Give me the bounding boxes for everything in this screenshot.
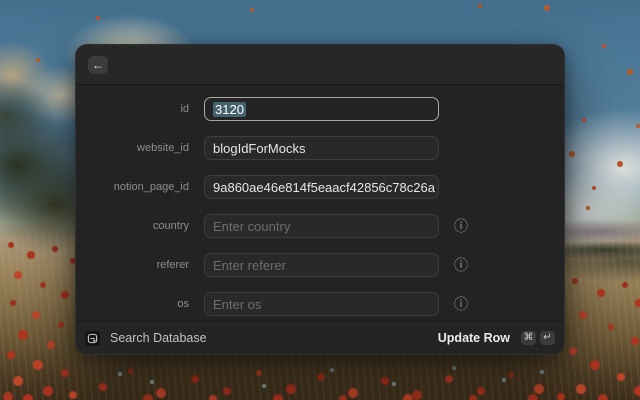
id-input[interactable]: 3120 [204, 97, 439, 121]
return-key-icon: ↵ [540, 331, 555, 345]
update-row-form: id 3120 website_id blogIdForMocks notion… [76, 85, 564, 316]
notion-page-id-input-value: 9a860ae46e814f5eaacf42856c78c26a [213, 179, 435, 195]
field-label-notion-page-id: notion_page_id [113, 181, 189, 193]
id-input-value: 3120 [213, 101, 246, 117]
form-row-notion-page-id: notion_page_id 9a860ae46e814f5eaacf42856… [76, 175, 564, 199]
form-row-id: id 3120 [76, 97, 564, 121]
field-label-id: id [180, 103, 189, 115]
dialog-footer: Search Database Update Row ⌘ ↵ [76, 321, 564, 354]
form-row-country: country Enter country ⓘ [76, 214, 564, 238]
dialog-header: ← [76, 45, 564, 85]
info-icon[interactable]: ⓘ [454, 258, 468, 272]
extension-name: Search Database [110, 331, 207, 345]
form-row-os: os Enter os ⓘ [76, 292, 564, 316]
back-button[interactable]: ← [88, 55, 108, 74]
field-label-website-id: website_id [137, 142, 189, 154]
website-id-input[interactable]: blogIdForMocks [204, 136, 439, 160]
info-icon[interactable]: ⓘ [454, 297, 468, 311]
form-row-website-id: website_id blogIdForMocks [76, 136, 564, 160]
update-row-dialog: ← id 3120 website_id blogIdForMocks noti… [75, 44, 565, 355]
background-floating-petals [0, 0, 4, 4]
notion-page-id-input[interactable]: 9a860ae46e814f5eaacf42856c78c26a [204, 175, 439, 199]
referer-input[interactable]: Enter referer [204, 253, 439, 277]
field-label-referer: referer [156, 259, 189, 271]
referer-input-placeholder: Enter referer [213, 257, 286, 273]
update-row-label: Update Row [437, 331, 510, 345]
website-id-input-value: blogIdForMocks [213, 140, 306, 156]
command-key-icon: ⌘ [521, 331, 536, 345]
os-input-placeholder: Enter os [213, 296, 262, 312]
os-input[interactable]: Enter os [204, 292, 439, 316]
back-arrow-icon: ← [92, 57, 104, 72]
info-icon[interactable]: ⓘ [454, 219, 468, 233]
form-row-referer: referer Enter referer ⓘ [76, 253, 564, 277]
update-row-button[interactable]: Update Row ⌘ ↵ [438, 331, 555, 345]
country-input-placeholder: Enter country [213, 218, 291, 234]
field-label-os: os [177, 298, 189, 310]
country-input[interactable]: Enter country [204, 214, 439, 238]
database-extension-icon [85, 330, 100, 346]
field-label-country: country [152, 220, 189, 232]
